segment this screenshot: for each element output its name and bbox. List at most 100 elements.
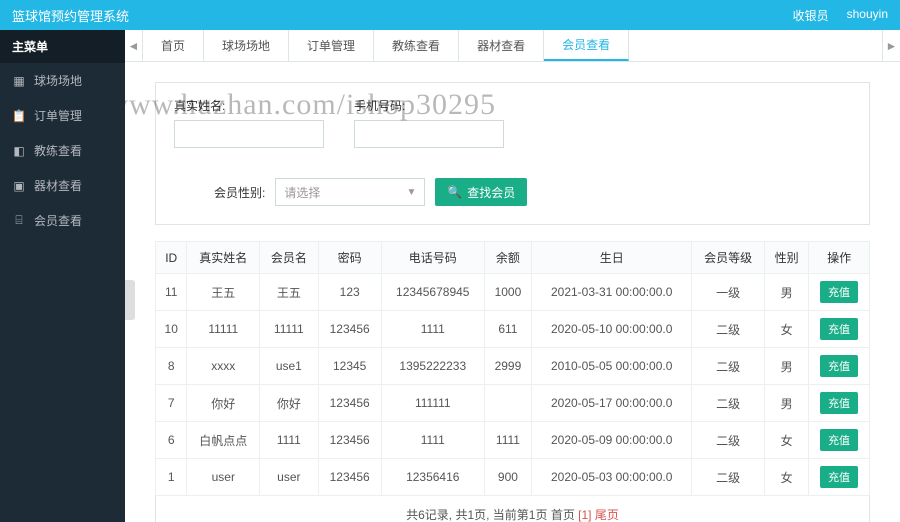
table-cell: 123456 (318, 459, 381, 496)
tab-home[interactable]: 首页 (143, 30, 204, 61)
table-cell: 11 (156, 274, 187, 311)
table-header: 生日 (532, 242, 692, 274)
table-cell: 11111 (260, 311, 318, 348)
table-cell: 2010-05-05 00:00:00.0 (532, 348, 692, 385)
table-cell: 2020-05-09 00:00:00.0 (532, 422, 692, 459)
table-cell: 7 (156, 385, 187, 422)
recharge-button[interactable]: 充值 (820, 429, 858, 451)
table-cell: 1111 (381, 422, 484, 459)
pager-first[interactable]: 首页 (551, 508, 575, 522)
search-button-label: 查找会员 (467, 184, 515, 201)
table-cell: 二级 (692, 348, 765, 385)
table-cell: 男 (765, 274, 809, 311)
table-cell: 女 (765, 311, 809, 348)
filter-panel: 真实姓名: 手机号码: 会员性别: 请选择 ▼ � (155, 82, 870, 225)
phone-input[interactable] (354, 120, 504, 148)
recharge-button[interactable]: 充值 (820, 392, 858, 414)
table-cell: 123 (318, 274, 381, 311)
search-button[interactable]: 🔍 查找会员 (435, 178, 527, 206)
table-cell: 2020-05-03 00:00:00.0 (532, 459, 692, 496)
tab-coach[interactable]: 教练查看 (374, 30, 459, 61)
table-header: 操作 (809, 242, 870, 274)
equipment-icon: ▣ (12, 179, 26, 193)
table-row: 6白帆点点1111123456111111112020-05-09 00:00:… (156, 422, 870, 459)
table-cell: 男 (765, 385, 809, 422)
tab-venue[interactable]: 球场场地 (204, 30, 289, 61)
table-cell: 1395222233 (381, 348, 484, 385)
table-cell: 王五 (187, 274, 260, 311)
table-cell: xxxx (187, 348, 260, 385)
gender-placeholder: 请选择 (284, 184, 320, 201)
sidebar-item-label: 会员查看 (34, 212, 82, 229)
table-cell: 你好 (260, 385, 318, 422)
tab-members[interactable]: 会员查看 (544, 30, 629, 61)
sidebar-item-equipment[interactable]: ▣ 器材查看 (0, 168, 125, 203)
table-cell: 二级 (692, 385, 765, 422)
table-cell: 12356416 (381, 459, 484, 496)
table-cell: 二级 (692, 459, 765, 496)
app-title: 篮球馆预约管理系统 (12, 6, 129, 25)
sidebar-item-label: 器材查看 (34, 177, 82, 194)
coach-icon: ◧ (12, 144, 26, 158)
recharge-button[interactable]: 充值 (820, 355, 858, 377)
pager-info: 共6记录, 共1页, 当前第1页 (406, 508, 551, 522)
chevron-down-icon: ▼ (406, 187, 416, 198)
recharge-button[interactable]: 充值 (820, 466, 858, 488)
name-label: 真实姓名: (174, 97, 324, 114)
sidebar-title: 主菜单 (0, 30, 125, 63)
sidebar-item-label: 球场场地 (34, 72, 82, 89)
venue-icon: ▦ (12, 74, 26, 88)
gender-select[interactable]: 请选择 ▼ (275, 178, 425, 206)
user-label[interactable]: shouyin (847, 7, 888, 24)
table-cell: 8 (156, 348, 187, 385)
sidebar-item-venue[interactable]: ▦ 球场场地 (0, 63, 125, 98)
recharge-button[interactable]: 充值 (820, 281, 858, 303)
table-cell: 2999 (484, 348, 531, 385)
table-row: 1useruser123456123564169002020-05-03 00:… (156, 459, 870, 496)
table-header: 会员名 (260, 242, 318, 274)
table-cell-action: 充值 (809, 348, 870, 385)
table-cell: 900 (484, 459, 531, 496)
table-cell: 1111 (260, 422, 318, 459)
table-header: ID (156, 242, 187, 274)
role-label[interactable]: 收银员 (793, 7, 829, 24)
gender-label: 会员性别: (214, 184, 265, 201)
table-cell: 6 (156, 422, 187, 459)
table-cell: 1111 (381, 311, 484, 348)
table-header: 电话号码 (381, 242, 484, 274)
table-cell (484, 385, 531, 422)
table-cell: 12345 (318, 348, 381, 385)
table-cell: user (260, 459, 318, 496)
search-icon: 🔍 (447, 185, 462, 199)
table-row: 11王五王五1231234567894510002021-03-31 00:00… (156, 274, 870, 311)
table-cell: 1 (156, 459, 187, 496)
table-cell: 白帆点点 (187, 422, 260, 459)
recharge-button[interactable]: 充值 (820, 318, 858, 340)
table-header: 性别 (765, 242, 809, 274)
table-cell: 123456 (318, 385, 381, 422)
table-header: 密码 (318, 242, 381, 274)
table-cell-action: 充值 (809, 311, 870, 348)
table-cell: 123456 (318, 311, 381, 348)
topbar: 篮球馆预约管理系统 收银员 shouyin (0, 0, 900, 30)
sidebar-collapse-handle[interactable] (125, 280, 135, 320)
table-cell: 一级 (692, 274, 765, 311)
sidebar-item-coach[interactable]: ◧ 教练查看 (0, 133, 125, 168)
table-header: 会员等级 (692, 242, 765, 274)
table-cell: 你好 (187, 385, 260, 422)
table-cell: use1 (260, 348, 318, 385)
sidebar-item-orders[interactable]: 📋 订单管理 (0, 98, 125, 133)
table-row: 8xxxxuse112345139522223329992010-05-05 0… (156, 348, 870, 385)
topbar-right: 收银员 shouyin (793, 7, 888, 24)
tab-scroll-left[interactable]: ◄ (125, 30, 143, 61)
table-cell: 2021-03-31 00:00:00.0 (532, 274, 692, 311)
sidebar-item-members[interactable]: ⌸ 会员查看 (0, 203, 125, 238)
tab-equipment[interactable]: 器材查看 (459, 30, 544, 61)
name-input[interactable] (174, 120, 324, 148)
members-icon: ⌸ (12, 214, 26, 228)
table-cell: 1000 (484, 274, 531, 311)
tab-scroll-right[interactable]: ► (882, 30, 900, 61)
table-cell-action: 充值 (809, 459, 870, 496)
tab-orders[interactable]: 订单管理 (289, 30, 374, 61)
pager-last[interactable]: 尾页 (595, 508, 619, 522)
